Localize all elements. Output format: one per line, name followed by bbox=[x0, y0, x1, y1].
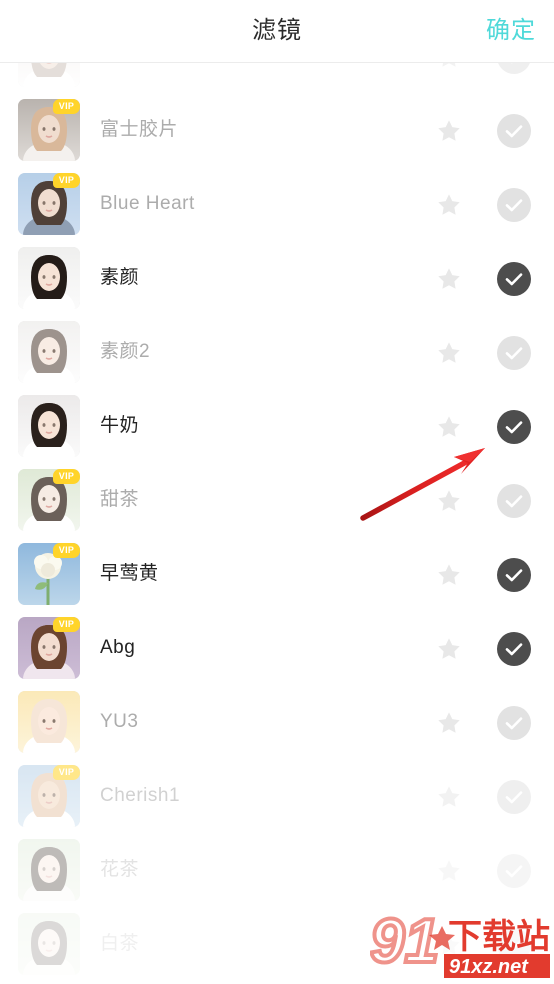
check-circle-icon-selected[interactable] bbox=[497, 558, 531, 592]
favorite-star-icon[interactable] bbox=[436, 636, 462, 662]
filter-thumbnail[interactable]: VIP bbox=[18, 99, 80, 161]
vip-badge: VIP bbox=[53, 543, 80, 558]
filter-thumbnail[interactable] bbox=[18, 839, 80, 901]
check-circle-icon-unselected[interactable] bbox=[497, 706, 531, 740]
filter-row[interactable]: VIP 甜茶 bbox=[0, 463, 554, 537]
check-circle-icon-unselected[interactable] bbox=[497, 780, 531, 814]
vip-badge: VIP bbox=[53, 469, 80, 484]
filter-row[interactable]: 牛奶 bbox=[0, 389, 554, 463]
filter-name-label: 牛奶 bbox=[100, 415, 140, 436]
favorite-star-icon[interactable] bbox=[436, 118, 462, 144]
check-circle-icon-unselected[interactable] bbox=[497, 854, 531, 888]
filter-thumbnail[interactable]: VIP bbox=[18, 543, 80, 605]
vip-badge: VIP bbox=[53, 173, 80, 188]
filter-name-label: 甜茶 bbox=[100, 489, 140, 510]
favorite-star-icon[interactable] bbox=[436, 340, 462, 366]
check-circle-icon-unselected[interactable] bbox=[497, 928, 531, 962]
filter-name-label: 富士胶片 bbox=[100, 119, 179, 140]
filter-thumbnail[interactable] bbox=[18, 321, 80, 383]
check-circle-icon-selected[interactable] bbox=[497, 632, 531, 666]
filter-thumbnail[interactable] bbox=[18, 247, 80, 309]
filter-row[interactable]: 素颜 bbox=[0, 241, 554, 315]
filter-thumbnail[interactable] bbox=[18, 913, 80, 975]
filter-row[interactable]: 白茶 bbox=[0, 907, 554, 981]
filter-name-label: 花茶 bbox=[100, 859, 140, 880]
favorite-star-icon[interactable] bbox=[436, 932, 462, 958]
favorite-star-icon[interactable] bbox=[436, 488, 462, 514]
check-circle-icon-unselected[interactable] bbox=[497, 188, 531, 222]
vip-badge: VIP bbox=[53, 765, 80, 780]
filter-row[interactable]: VIP 富士胶片 bbox=[0, 93, 554, 167]
check-circle-icon-selected[interactable] bbox=[497, 410, 531, 444]
favorite-star-icon[interactable] bbox=[436, 414, 462, 440]
filter-name-label: 白茶 bbox=[100, 933, 140, 954]
filter-row[interactable]: VIP 早莺黄 bbox=[0, 537, 554, 611]
filter-row[interactable]: 素颜2 bbox=[0, 315, 554, 389]
filter-thumbnail[interactable]: VIP bbox=[18, 173, 80, 235]
favorite-star-icon[interactable] bbox=[436, 192, 462, 218]
filter-row[interactable]: VIP Cherish1 bbox=[0, 759, 554, 833]
filter-row[interactable]: VIP Abg bbox=[0, 611, 554, 685]
check-circle-icon-selected[interactable] bbox=[497, 262, 531, 296]
filter-thumbnail[interactable]: VIP bbox=[18, 469, 80, 531]
check-circle-icon-unselected[interactable] bbox=[497, 336, 531, 370]
page-title: 滤镜 bbox=[252, 17, 302, 44]
favorite-star-icon[interactable] bbox=[436, 562, 462, 588]
filter-name-label: 素颜 bbox=[100, 267, 140, 288]
check-circle-icon-unselected[interactable] bbox=[497, 484, 531, 518]
confirm-button[interactable]: 确定 bbox=[486, 0, 536, 62]
filter-name-label: Abg bbox=[100, 637, 136, 658]
check-circle-icon-unselected[interactable] bbox=[497, 63, 531, 74]
app-header: 滤镜 确定 bbox=[0, 0, 554, 63]
filter-list: VIP 富士胶片 VIP Blue Heart 素颜 素颜2 牛奶 VIP 甜茶 VIP 早莺黄 VI… bbox=[0, 63, 554, 981]
filter-name-label: YU3 bbox=[100, 711, 139, 732]
filter-thumbnail[interactable] bbox=[18, 63, 80, 87]
favorite-star-icon[interactable] bbox=[436, 63, 462, 70]
favorite-star-icon[interactable] bbox=[436, 784, 462, 810]
favorite-star-icon[interactable] bbox=[436, 266, 462, 292]
filter-name-label: 素颜2 bbox=[100, 341, 151, 362]
filter-name-label: 早莺黄 bbox=[100, 563, 159, 584]
filter-row[interactable] bbox=[0, 63, 554, 93]
filter-row[interactable]: YU3 bbox=[0, 685, 554, 759]
filter-list-scroll[interactable]: VIP 富士胶片 VIP Blue Heart 素颜 素颜2 牛奶 VIP 甜茶 VIP 早莺黄 VI… bbox=[0, 63, 554, 984]
filter-name-label: Cherish1 bbox=[100, 785, 181, 806]
filter-row[interactable]: 花茶 bbox=[0, 833, 554, 907]
filter-thumbnail[interactable] bbox=[18, 691, 80, 753]
vip-badge: VIP bbox=[53, 617, 80, 632]
filter-thumbnail[interactable]: VIP bbox=[18, 765, 80, 827]
vip-badge: VIP bbox=[53, 99, 80, 114]
filter-row[interactable]: VIP Blue Heart bbox=[0, 167, 554, 241]
filter-thumbnail[interactable] bbox=[18, 395, 80, 457]
check-circle-icon-unselected[interactable] bbox=[497, 114, 531, 148]
favorite-star-icon[interactable] bbox=[436, 710, 462, 736]
filter-name-label: Blue Heart bbox=[100, 193, 195, 214]
filter-thumbnail[interactable]: VIP bbox=[18, 617, 80, 679]
favorite-star-icon[interactable] bbox=[436, 858, 462, 884]
